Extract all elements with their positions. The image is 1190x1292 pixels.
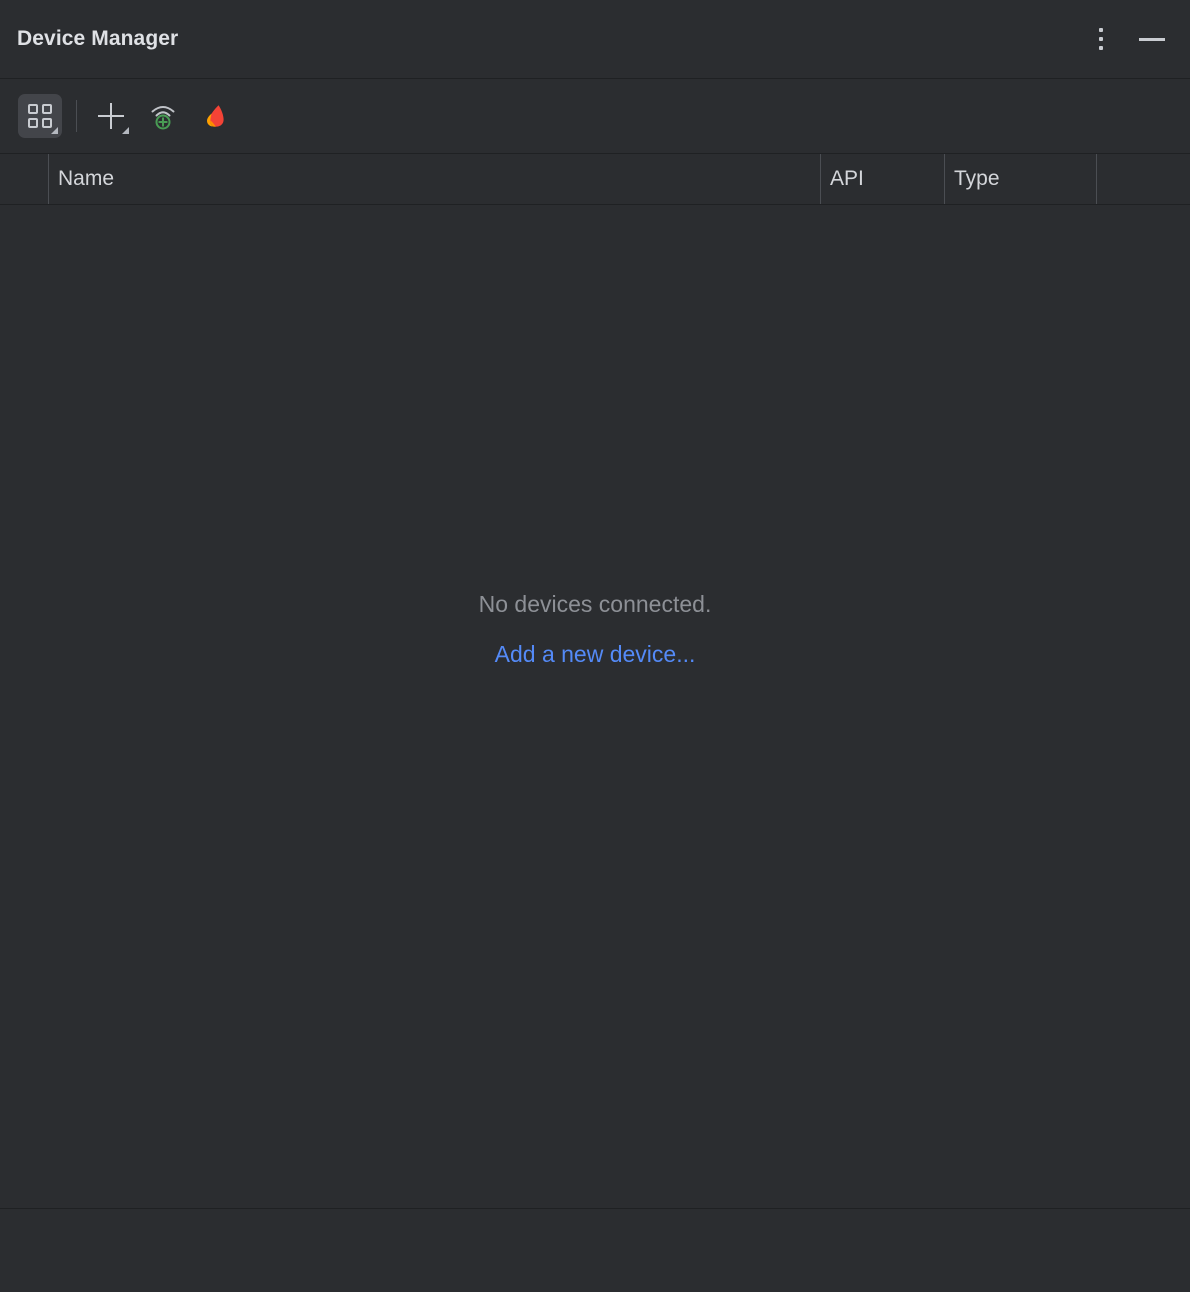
firebase-button[interactable] [193, 94, 237, 138]
page-title: Device Manager [17, 27, 1088, 51]
column-header-icon[interactable] [0, 154, 48, 204]
minimize-button[interactable] [1136, 24, 1168, 54]
titlebar-actions [1088, 24, 1168, 54]
plus-icon [98, 103, 124, 129]
device-view-button[interactable] [18, 94, 62, 138]
empty-state-message: No devices connected. [479, 591, 712, 618]
more-options-button[interactable] [1088, 24, 1114, 54]
kebab-menu-icon [1099, 37, 1103, 41]
device-table-body: No devices connected. Add a new device..… [0, 205, 1190, 1208]
kebab-menu-icon [1099, 28, 1103, 32]
column-header-api[interactable]: API [820, 154, 944, 204]
grid-view-icon [28, 104, 52, 128]
column-header-actions[interactable] [1096, 154, 1190, 204]
minimize-icon [1139, 38, 1165, 41]
device-manager-window: Device Manager [0, 0, 1190, 1292]
wifi-pair-icon [148, 101, 178, 131]
firebase-flame-icon [200, 101, 230, 131]
kebab-menu-icon [1099, 46, 1103, 50]
column-header-name[interactable]: Name [48, 154, 820, 204]
add-new-device-link[interactable]: Add a new device... [495, 641, 696, 668]
titlebar: Device Manager [0, 0, 1190, 79]
bottom-bar [0, 1208, 1190, 1292]
column-header-type[interactable]: Type [944, 154, 1096, 204]
add-device-button[interactable] [89, 94, 133, 138]
empty-state: No devices connected. Add a new device..… [0, 591, 1190, 668]
toolbar-separator [76, 100, 77, 132]
chevron-down-icon [51, 127, 58, 134]
chevron-down-icon [122, 127, 129, 134]
pair-wifi-button[interactable] [141, 94, 185, 138]
device-table-header: Name API Type [0, 154, 1190, 205]
toolbar [0, 79, 1190, 154]
